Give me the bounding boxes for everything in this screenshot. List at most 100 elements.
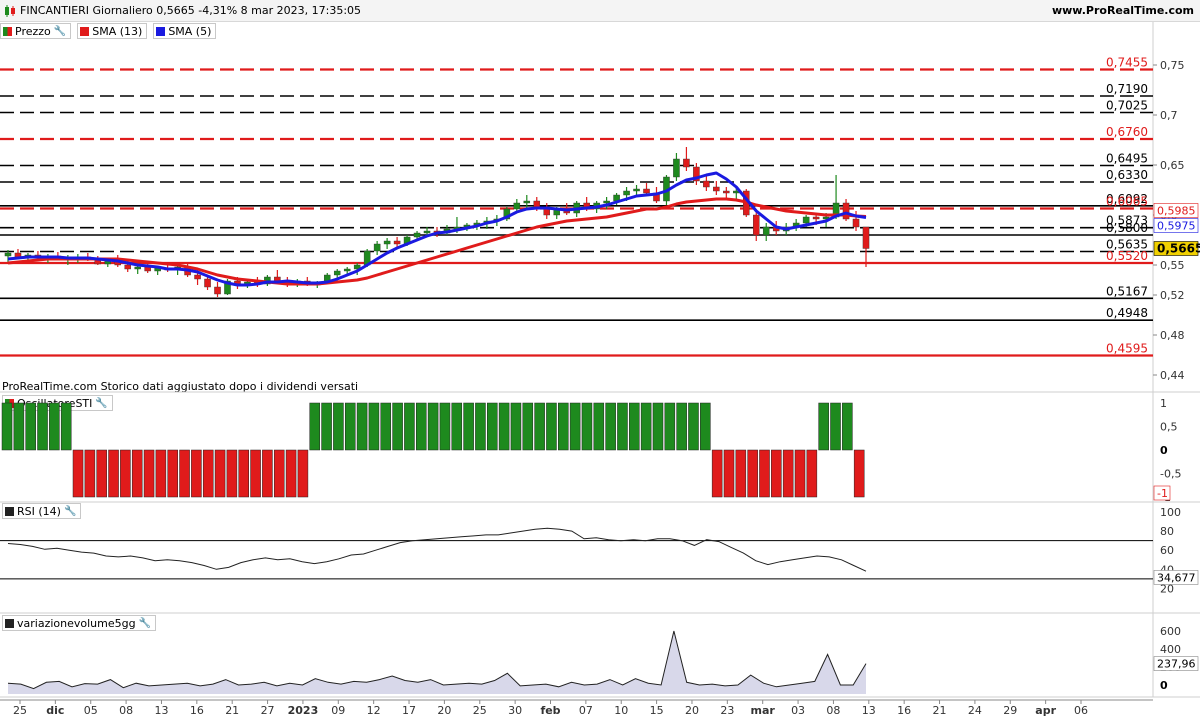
osc-panel-label[interactable]: OscillatoreSTI 🔧 [2,395,113,411]
osc-bar [558,402,569,451]
candle-body [134,266,141,270]
legend-price[interactable]: Prezzo 🔧 [0,23,72,39]
osc-bar [415,402,427,451]
vol-swatch-icon [5,618,14,628]
osc-bar [581,402,593,451]
level-label: 0,5800 [1106,221,1148,235]
candle-body [543,206,551,216]
price-badge [1153,203,1199,218]
candle-body [423,230,431,234]
wrench-icon[interactable]: 🔧 [95,398,107,409]
candle-body [44,255,52,259]
rsi-swatch-icon [5,506,14,516]
candle-body [74,256,82,259]
candle-body [413,232,421,238]
x-tick-label: 12 [367,704,381,717]
osc-bar [534,402,545,451]
candle-body [792,222,800,228]
x-tick-label: 16 [897,704,911,717]
candle-body [403,236,411,245]
x-tick-label: 09 [331,704,345,717]
wrench-icon[interactable]: 🔧 [139,618,151,629]
candle-body [24,254,32,258]
x-tick-label: feb [540,704,560,717]
osc-label: OscillatoreSTI [17,396,93,410]
osc-bar [214,449,226,498]
x-tick-label: 08 [119,704,133,717]
x-tick-label: 13 [154,704,168,717]
vol-panel-label[interactable]: variazionevolume5gg 🔧 [2,615,157,631]
y-tick-label: 0,48 [1160,329,1185,342]
x-tick-label: mar [751,704,776,717]
osc-bar [676,402,687,451]
title-bar: FINCANTIERI Giornaliero 0,5665 -4,31% 8 … [0,0,1200,22]
wrench-icon[interactable]: 🔧 [64,506,76,517]
osc-bar [72,449,84,498]
x-tick-label: 25 [13,704,27,717]
brand-link[interactable]: www.ProRealTime.com [1052,4,1194,17]
candle-body [363,250,371,266]
candle-body [653,192,660,202]
osc-bar [108,449,119,498]
y-tick-label: 0,75 [1160,59,1185,72]
sma5-line [7,171,867,287]
osc-bar [629,402,640,451]
legend-sma5[interactable]: SMA (5) [153,23,217,39]
osc-bar [273,449,285,498]
chart-canvas[interactable]: 0,74550,71900,70250,67600,64950,63300,60… [0,0,1200,720]
legend-sma13[interactable]: SMA (13) [77,23,148,39]
price-badge [1153,241,1199,256]
candle-body [274,276,281,282]
osc-bar [664,402,676,451]
vol-line [7,630,867,690]
osc-bar [167,449,178,498]
candle-body [314,281,321,286]
candle-body [663,176,670,202]
legend-sma5-label: SMA (5) [168,24,212,38]
candle-body [154,267,161,272]
x-tick-label: 27 [261,704,275,717]
x-tick-label: 05 [84,704,98,717]
candle-body [812,216,820,220]
sma5-swatch-icon [156,26,166,36]
osc-bar [250,449,261,498]
x-tick-label: 03 [791,704,805,717]
osc-bar [735,449,747,498]
osc-bar [404,402,415,451]
candle-body [14,252,22,258]
x-tick-label: 20 [685,704,699,717]
osc-bar [688,402,699,451]
vol-tick-label: 0 [1160,679,1168,692]
osc-bar [723,449,735,498]
candle-body [862,226,870,249]
legend-sma13-label: SMA (13) [92,24,143,38]
wrench-icon[interactable]: 🔧 [54,26,66,37]
candle-body [752,214,760,236]
rsi-panel-label[interactable]: RSI (14) 🔧 [2,503,82,519]
osc-bar [191,449,202,498]
sma13-line [7,197,867,286]
candle-body [483,220,491,224]
candle-body [733,190,740,194]
osc-bar [344,402,356,451]
osc-bar [439,402,451,451]
osc-bar [120,449,131,498]
candle-body [204,278,211,288]
osc-bar [640,402,652,451]
osc-bar [771,449,782,498]
osc-bar [782,449,794,498]
osc-tick-label: -0,5 [1160,468,1181,481]
osc-bar [380,402,392,451]
candle-body [114,259,122,266]
x-tick-label: 2023 [288,704,319,717]
chart-title: FINCANTIERI Giornaliero 0,5665 -4,31% 8 … [20,4,362,17]
candle-body [214,286,221,295]
x-tick-label: apr [1035,704,1056,717]
osc-bar [143,449,155,498]
osc-bar [368,402,380,451]
candle-body [433,230,441,234]
osc-bar [842,402,853,451]
candle-body [573,202,580,214]
candle-body [234,280,241,286]
x-tick-label: 29 [1003,704,1017,717]
